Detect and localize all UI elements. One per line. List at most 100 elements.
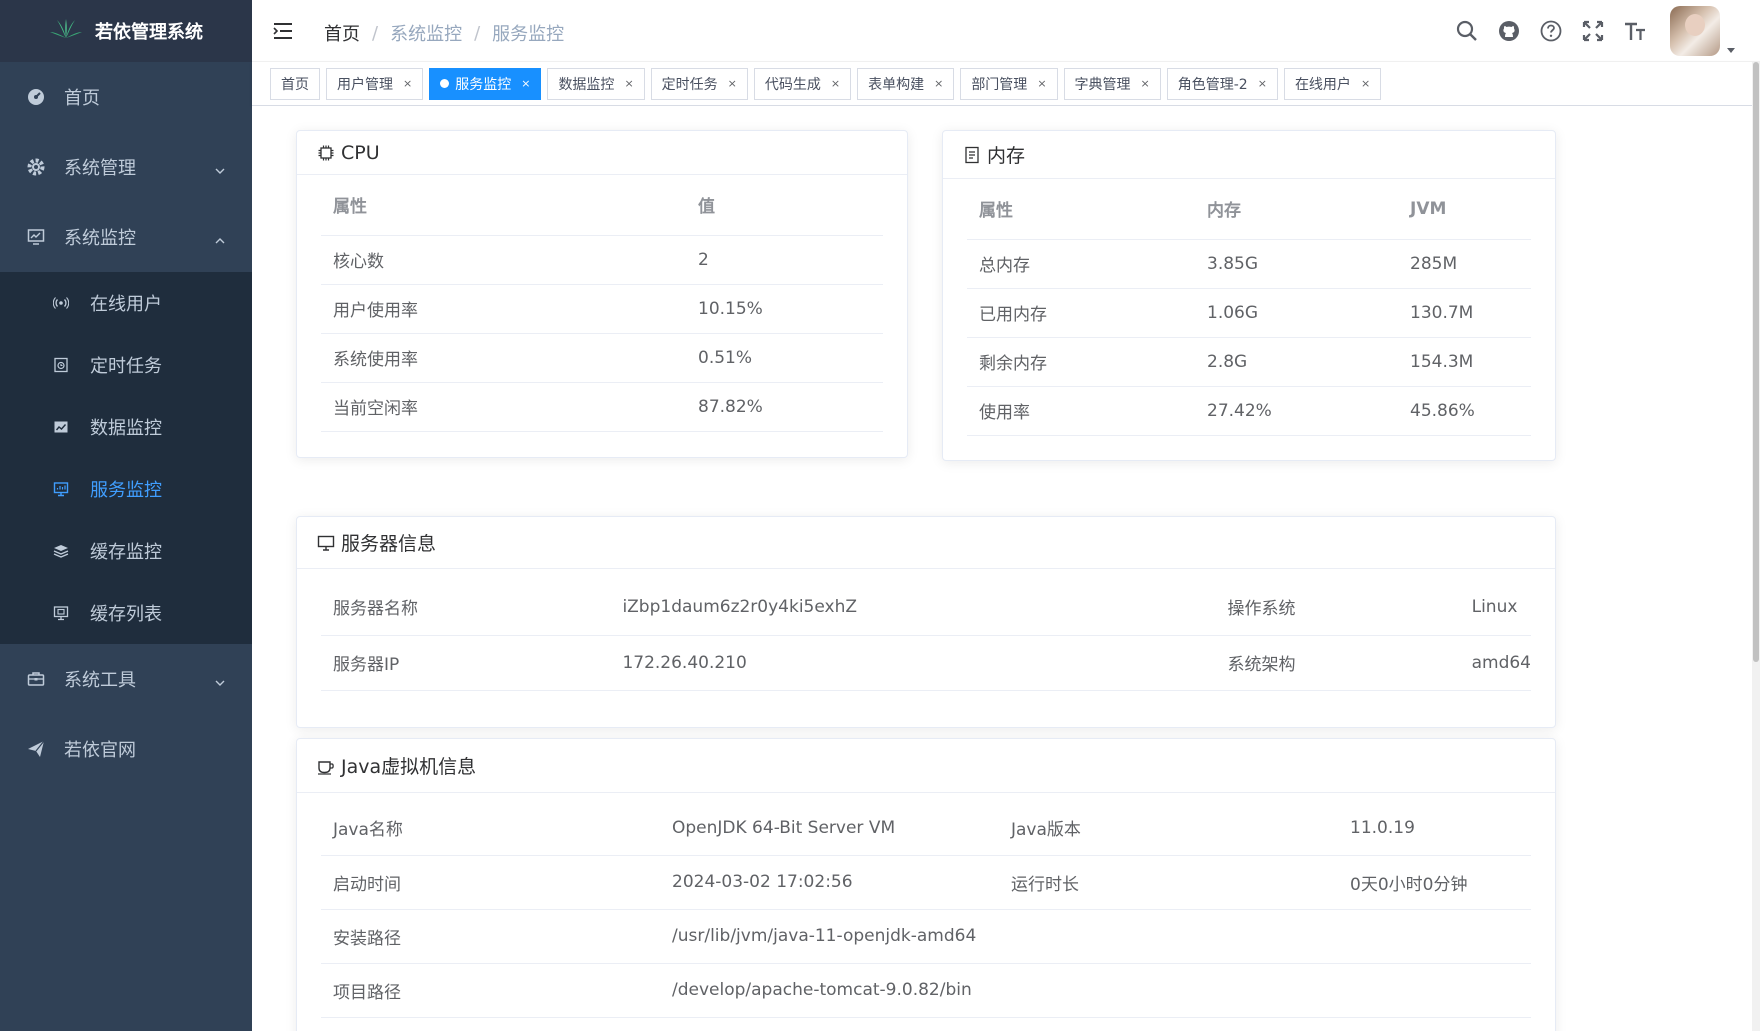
tag-item[interactable]: 在线用户 × bbox=[1283, 67, 1382, 100]
table-cell: 安装路径 bbox=[321, 909, 660, 964]
sidebar-logo[interactable]: 若依管理系统 bbox=[0, 0, 252, 62]
tag-item[interactable]: 数据监控 × bbox=[547, 67, 645, 100]
sidebar-item-label: 系统管理 bbox=[64, 158, 136, 179]
close-icon[interactable]: × bbox=[521, 77, 530, 90]
table-cell: 2 bbox=[686, 235, 883, 285]
sidebar-item-official-site[interactable]: 若依官网 bbox=[0, 714, 252, 784]
column-header: 值 bbox=[686, 175, 883, 236]
cpu-table: 属性 值 核心数 2 用户使用率 10.15% 系统使用率 0.51% 当前空闲率 87… bbox=[321, 175, 883, 432]
table-cell: 剩余内存 bbox=[967, 337, 1195, 387]
sidebar-item-monitor[interactable]: 系统监控 bbox=[0, 202, 252, 272]
tag-label: 角色管理-2 bbox=[1177, 76, 1248, 93]
table-cell: 使用率 bbox=[967, 386, 1195, 436]
table-cell: 服务器IP bbox=[321, 635, 611, 691]
card-title: 服务器信息 bbox=[341, 533, 437, 555]
avatar[interactable] bbox=[1670, 6, 1720, 56]
table-cell: Java版本 bbox=[999, 801, 1338, 856]
github-icon[interactable] bbox=[1496, 18, 1522, 44]
hamburger-icon[interactable] bbox=[272, 20, 294, 42]
scrollbar-thumb[interactable] bbox=[1753, 62, 1759, 662]
table-cell: 0.51% bbox=[686, 333, 883, 383]
close-icon[interactable]: × bbox=[934, 77, 943, 90]
table-cell: 3.85G bbox=[1195, 239, 1398, 289]
logo-icon bbox=[49, 18, 83, 44]
memory-card-header: 内存 bbox=[943, 131, 1555, 179]
sidebar-item-server[interactable]: 服务监控 bbox=[0, 458, 252, 520]
breadcrumb-monitor: 系统监控 bbox=[390, 24, 463, 45]
monitor-icon bbox=[317, 534, 335, 552]
tag-label: 部门管理 bbox=[971, 76, 1028, 93]
table-row: 剩余内存 2.8G 154.3M bbox=[967, 337, 1531, 387]
cpu-card: CPU 属性 值 核心数 2 用户使用率 10.15% 系统使用率 0.51% 当前空… bbox=[296, 130, 908, 458]
close-icon[interactable]: × bbox=[1361, 77, 1370, 90]
tag-item[interactable]: 部门管理 × bbox=[960, 67, 1058, 100]
breadcrumb-home[interactable]: 首页 bbox=[324, 20, 360, 46]
right-menu bbox=[1454, 0, 1760, 62]
tag-item[interactable]: 服务监控 × bbox=[429, 67, 542, 100]
table-row: 核心数 2 bbox=[321, 235, 883, 285]
table-row: Java名称 OpenJDK 64-Bit Server VM Java版本 11.0… bbox=[321, 801, 1531, 856]
question-icon[interactable] bbox=[1538, 18, 1564, 44]
tag-item[interactable]: 代码生成 × bbox=[753, 67, 852, 100]
font-size-icon[interactable] bbox=[1622, 18, 1648, 44]
table-row: 服务器IP 172.26.40.210 系统架构 amd64 bbox=[321, 635, 1531, 691]
tag-item[interactable]: 定时任务 × bbox=[650, 67, 748, 100]
sidebar-item-system[interactable]: 系统管理 bbox=[0, 132, 252, 202]
table-cell: 用户使用率 bbox=[321, 284, 686, 334]
app-title: 若依管理系统 bbox=[95, 22, 203, 43]
sidebar-item-label: 在线用户 bbox=[90, 294, 162, 315]
monitor-icon bbox=[26, 227, 46, 247]
cpu-card-header: CPU bbox=[297, 131, 907, 175]
tag-label: 字典管理 bbox=[1074, 76, 1131, 93]
close-icon[interactable]: × bbox=[1258, 77, 1267, 90]
close-icon[interactable]: × bbox=[1037, 77, 1046, 90]
card-title: Java虚拟机信息 bbox=[341, 756, 477, 778]
memory-table: 属性 内存 JVM 总内存 3.85G 285M 已用内存 1.06G 130.7M 剩… bbox=[967, 179, 1531, 436]
sidebar-item-tools[interactable]: 系统工具 bbox=[0, 644, 252, 714]
sidebar-item-job[interactable]: 定时任务 bbox=[0, 334, 252, 396]
chevron-down-icon bbox=[214, 673, 226, 686]
close-icon[interactable]: × bbox=[624, 77, 633, 90]
table-cell: Linux bbox=[1459, 579, 1531, 636]
sidebar-item-druid[interactable]: 数据监控 bbox=[0, 396, 252, 458]
toolbox-icon bbox=[26, 669, 46, 689]
table-row: 启动时间 2024-03-02 17:02:56 运行时长 0天0小时0分钟 bbox=[321, 855, 1531, 910]
search-icon[interactable] bbox=[1454, 18, 1480, 44]
tag-item[interactable]: 首页 bbox=[270, 67, 320, 100]
sidebar-item-cache[interactable]: 缓存监控 bbox=[0, 520, 252, 582]
table-row: 已用内存 1.06G 130.7M bbox=[967, 288, 1531, 338]
close-icon[interactable]: × bbox=[403, 77, 412, 90]
table-row: 安装路径/usr/lib/jvm/java-11-openjdk-amd64 bbox=[321, 909, 1531, 964]
tag-item[interactable]: 表单构建 × bbox=[857, 67, 955, 100]
table-cell: 系统使用率 bbox=[321, 333, 686, 383]
druid-icon bbox=[52, 418, 70, 436]
tag-item[interactable]: 用户管理 × bbox=[326, 67, 424, 100]
sidebar-item-home[interactable]: 首页 bbox=[0, 62, 252, 132]
online-icon bbox=[52, 294, 70, 312]
close-icon[interactable]: × bbox=[1141, 77, 1150, 90]
user-dropdown[interactable] bbox=[1670, 6, 1736, 56]
tag-label: 定时任务 bbox=[661, 76, 718, 93]
close-icon[interactable]: × bbox=[728, 77, 737, 90]
table-cell: OpenJDK 64-Bit Server VM bbox=[660, 801, 999, 856]
sidebar-item-cache-list[interactable]: 缓存列表 bbox=[0, 582, 252, 644]
close-icon[interactable]: × bbox=[831, 77, 840, 90]
tag-label: 表单构建 bbox=[868, 76, 925, 93]
table-row: 系统使用率 0.51% bbox=[321, 333, 883, 383]
sidebar-item-online-users[interactable]: 在线用户 bbox=[0, 272, 252, 334]
table-row: 项目路径/develop/apache-tomcat-9.0.82/bin bbox=[321, 963, 1531, 1018]
tag-item[interactable]: 角色管理-2 × bbox=[1166, 67, 1278, 100]
breadcrumb-current: 服务监控 bbox=[492, 24, 565, 45]
table-cell: 10.15% bbox=[686, 284, 883, 334]
tag-item[interactable]: 字典管理 × bbox=[1063, 67, 1161, 100]
jvm-card: Java虚拟机信息 Java名称 OpenJDK 64-Bit Server VM… bbox=[296, 738, 1556, 1031]
table-cell: 87.82% bbox=[686, 382, 883, 432]
page-scrollbar[interactable] bbox=[1752, 62, 1760, 1031]
table-cell: 11.0.19 bbox=[1338, 801, 1531, 856]
table-cell: 核心数 bbox=[321, 235, 686, 285]
table-cell: 操作系统 bbox=[1215, 579, 1460, 636]
server-card-header: 服务器信息 bbox=[297, 517, 1555, 569]
table-row: 总内存 3.85G 285M bbox=[967, 239, 1531, 289]
fullscreen-icon[interactable] bbox=[1580, 18, 1606, 44]
sidebar-item-label: 缓存列表 bbox=[90, 604, 162, 625]
